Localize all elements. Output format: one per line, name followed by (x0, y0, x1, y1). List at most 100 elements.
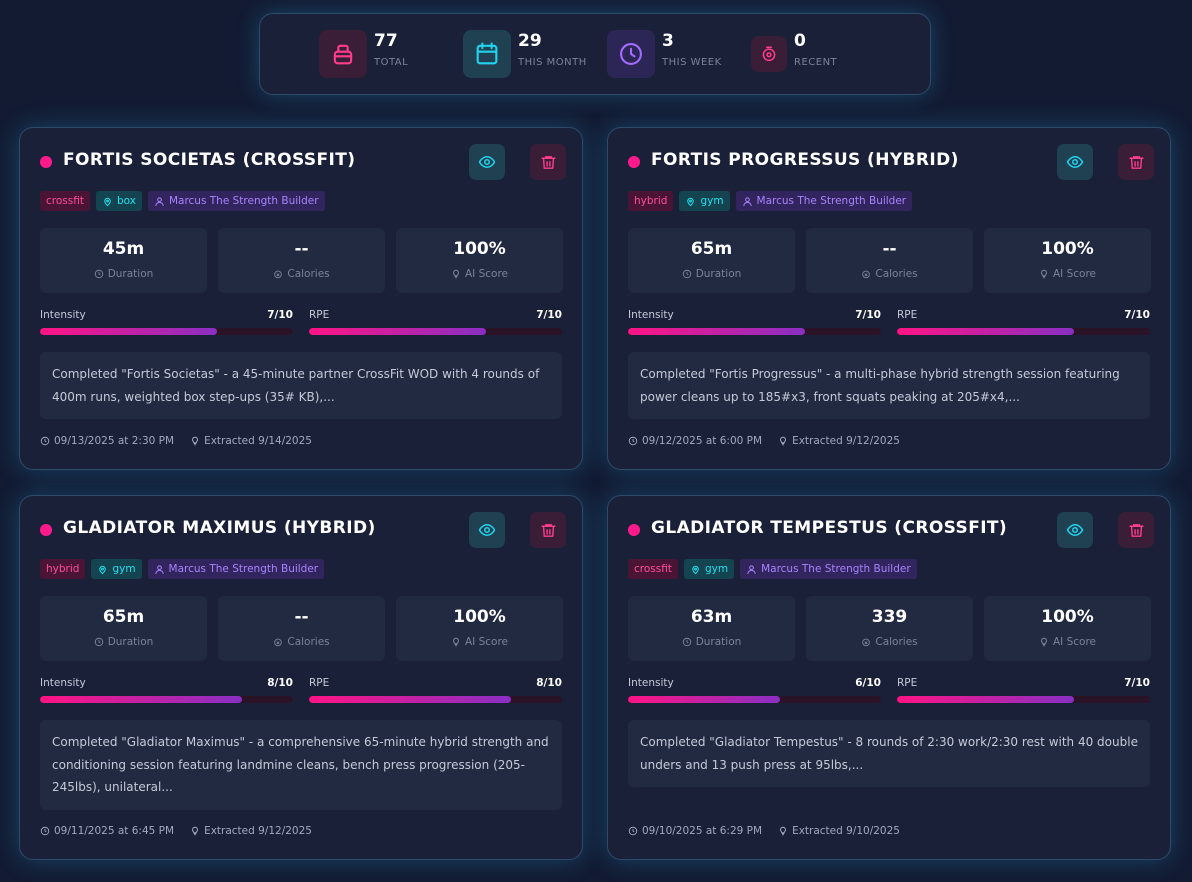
workout-title: GLADIATOR MAXIMUS (HYBRID) (63, 518, 376, 538)
card-footer: 09/13/2025 at 2:30 PM Extracted 9/14/202… (40, 435, 312, 447)
stat-this-week-label: THIS WEEK (662, 57, 722, 68)
flame-icon (274, 638, 283, 647)
flame-icon (862, 638, 871, 647)
duration-value: 65m (690, 239, 733, 259)
category-tag: crossfit (628, 559, 678, 579)
view-button[interactable] (469, 512, 505, 548)
ai-score-label: AI Score (1052, 636, 1097, 648)
intensity-label: Intensity (40, 677, 86, 689)
location-label: gym (704, 563, 729, 575)
workout-card[interactable]: GLADIATOR TEMPESTUS (CROSSFIT) crossfit … (607, 495, 1171, 860)
calories-label-row: Calories (806, 268, 973, 280)
intensity-label: Intensity (40, 309, 86, 321)
delete-button[interactable] (530, 512, 566, 548)
stopwatch-icon (751, 36, 787, 72)
rpe-fill (897, 696, 1075, 703)
status-dot (628, 524, 640, 536)
ai-score-value: 100% (1041, 607, 1094, 627)
category-tag: crossfit (40, 191, 90, 211)
duration-value: 63m (690, 607, 733, 627)
stat-recent-value: 0 (794, 31, 806, 51)
rpe-bar (897, 696, 1150, 703)
duration-metric: 65m Duration (628, 228, 795, 293)
clock-icon (94, 269, 103, 279)
rpe-label: RPE (897, 309, 918, 321)
calories-label: Calories (875, 636, 918, 648)
workout-title: FORTIS PROGRESSUS (HYBRID) (651, 150, 959, 170)
user-icon (155, 196, 164, 206)
intensity-bar (628, 696, 881, 703)
stat-this-month-label: THIS MONTH (518, 57, 587, 68)
ai-score-metric: 100% AI Score (984, 596, 1151, 661)
rpe-label: RPE (897, 677, 918, 689)
duration-label: Duration (695, 268, 742, 280)
delete-button[interactable] (1118, 144, 1154, 180)
stat-total-label: TOTAL (374, 57, 409, 68)
rpe-bar (309, 328, 562, 335)
lightbulb-icon (192, 826, 199, 836)
lightbulb-icon (1041, 269, 1047, 279)
coach-tag: Marcus The Strength Builder (147, 191, 325, 211)
tag-row: crossfit box Marcus The Strength Builder (40, 191, 325, 211)
eye-icon (1066, 156, 1084, 168)
view-button[interactable] (1057, 144, 1093, 180)
duration-label: Duration (695, 636, 742, 648)
lightbulb-icon (453, 637, 459, 647)
intensity-value: 6/10 (855, 677, 881, 689)
delete-button[interactable] (530, 144, 566, 180)
stat-this-week-value: 3 (662, 31, 674, 51)
workout-title: GLADIATOR TEMPESTUS (CROSSFIT) (651, 518, 1008, 538)
location-label: gym (112, 563, 136, 575)
workout-card[interactable]: GLADIATOR MAXIMUS (HYBRID) hybrid gym Ma… (19, 495, 583, 860)
duration-value: 65m (102, 607, 145, 627)
workout-description: Completed "Fortis Progressus" - a multi-… (628, 352, 1150, 419)
eye-icon (478, 156, 496, 168)
view-button[interactable] (469, 144, 505, 180)
status-dot (628, 156, 640, 168)
eye-icon (478, 524, 496, 536)
duration-label-row: Duration (40, 268, 207, 280)
tag-row: crossfit gym Marcus The Strength Builder (628, 559, 917, 579)
location-label: gym (700, 195, 724, 207)
calories-value: -- (294, 607, 309, 627)
stat-this-month-value: 29 (518, 31, 542, 51)
flame-icon (274, 270, 283, 279)
workout-description: Completed "Gladiator Tempestus" - 8 roun… (628, 720, 1150, 787)
calendar-icon (463, 30, 511, 78)
ai-score-metric: 100% AI Score (396, 596, 563, 661)
delete-button[interactable] (1118, 512, 1154, 548)
coach-label: Marcus The Strength Builder (761, 563, 911, 575)
tag-row: hybrid gym Marcus The Strength Builder (40, 559, 325, 579)
user-icon (154, 564, 164, 574)
ai-score-label-row: AI Score (984, 268, 1151, 280)
workout-title: FORTIS SOCIETAS (CROSSFIT) (63, 150, 356, 170)
trash-icon (1128, 523, 1144, 537)
workout-description: Completed "Gladiator Maximus" - a compre… (40, 720, 562, 810)
workout-card[interactable]: FORTIS SOCIETAS (CROSSFIT) crossfit box … (19, 127, 583, 470)
duration-label-row: Duration (40, 636, 207, 648)
view-button[interactable] (1057, 512, 1093, 548)
lightbulb-icon (780, 436, 787, 446)
calories-label-row: Calories (806, 636, 973, 648)
weight-icon (319, 30, 367, 78)
stat-recent-label: RECENT (794, 57, 838, 68)
lightbulb-icon (192, 436, 199, 446)
calories-metric: -- Calories (806, 228, 973, 293)
user-icon (747, 564, 756, 574)
workout-card[interactable]: FORTIS PROGRESSUS (HYBRID) hybrid gym Ma… (607, 127, 1171, 470)
status-dot (40, 156, 52, 168)
card-footer: 09/10/2025 at 6:29 PM Extracted 9/10/202… (628, 825, 900, 837)
ai-score-metric: 100% AI Score (396, 228, 563, 293)
ai-score-label-row: AI Score (984, 636, 1151, 648)
extracted-date: Extracted 9/12/2025 (204, 825, 312, 837)
calories-label-row: Calories (218, 268, 385, 280)
intensity-fill (40, 328, 218, 335)
intensity-value: 8/10 (267, 677, 293, 689)
coach-label: Marcus The Strength Builder (168, 563, 319, 575)
intensity-label: Intensity (628, 677, 674, 689)
location-label: box (116, 195, 136, 207)
rpe-fill (897, 328, 1075, 335)
duration-value: 45m (102, 239, 145, 259)
trash-icon (540, 155, 556, 169)
rpe-bar (897, 328, 1150, 335)
